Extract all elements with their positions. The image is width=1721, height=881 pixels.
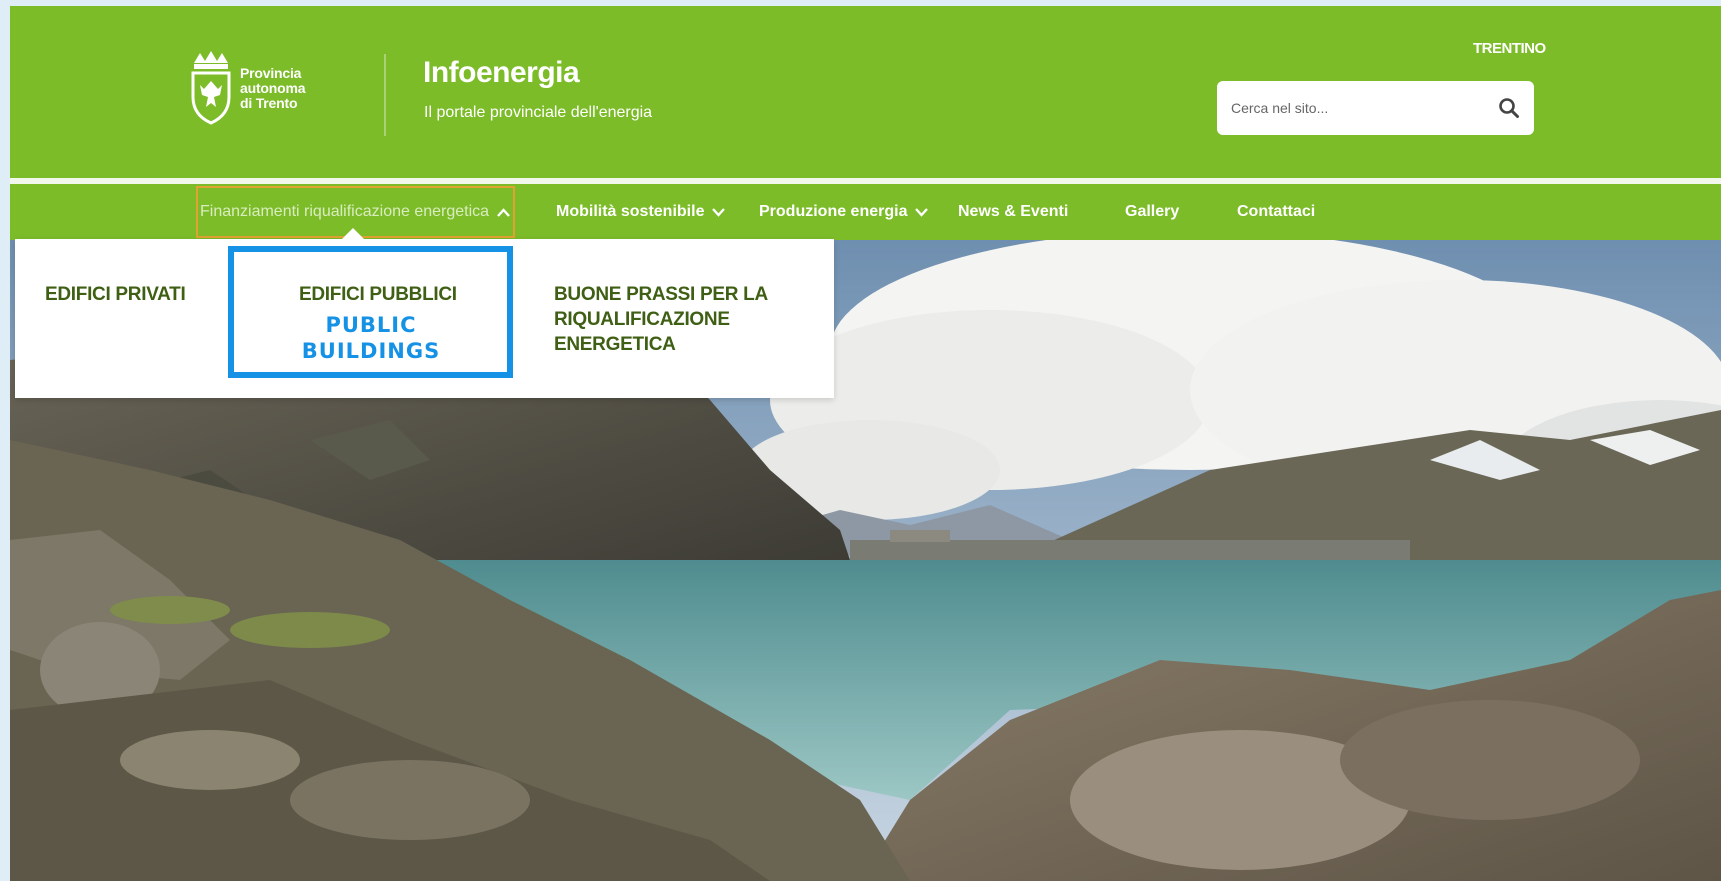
search-icon[interactable] xyxy=(1498,97,1520,119)
logo-text: Provincia autonoma di Trento xyxy=(240,64,306,111)
coat-of-arms-icon xyxy=(191,51,231,125)
site-title[interactable]: Infoenergia xyxy=(423,56,580,90)
nav-item-label: Contattaci xyxy=(1237,203,1316,220)
dropdown-item-edifici-privati[interactable]: EDIFICI PRIVATI xyxy=(45,282,225,307)
nav-item-label: Gallery xyxy=(1125,203,1180,220)
nav-item-gallery[interactable]: Gallery xyxy=(1125,184,1179,240)
nav-item-contattaci[interactable]: Contattaci xyxy=(1237,184,1315,240)
logo-text-line: di Trento xyxy=(240,94,298,111)
nav-item-label: Produzione energia xyxy=(759,203,908,220)
nav-item-label: Finanziamenti riqualificazione energetic… xyxy=(200,203,490,220)
nav-item-produzione[interactable]: Produzione energia xyxy=(759,184,929,240)
nav-item-label: Mobilità sostenibile xyxy=(556,203,705,220)
dropdown-caret xyxy=(342,228,364,239)
site-subtitle: Il portale provinciale dell'energia xyxy=(424,104,653,121)
annotation-line: BUILDINGS xyxy=(301,339,441,363)
main-nav: Finanziamenti riqualificazione energetic… xyxy=(10,184,1721,240)
chevron-down-icon xyxy=(712,207,726,217)
annotation-line: PUBLIC xyxy=(325,313,417,337)
chevron-up-icon xyxy=(497,207,510,217)
nav-item-news[interactable]: News & Eventi xyxy=(958,184,1068,240)
search-input[interactable] xyxy=(1231,95,1481,121)
annotation-label: PUBLIC BUILDINGS xyxy=(240,312,502,364)
header-vertical-divider xyxy=(384,54,386,136)
chevron-down-icon xyxy=(915,207,929,217)
page: Provincia autonoma di Trento Infoenergia… xyxy=(0,0,1721,881)
logo-text-line: autonoma xyxy=(240,79,306,96)
trentino-logo[interactable]: TRENTINO xyxy=(1473,40,1546,57)
search-box xyxy=(1217,81,1534,135)
province-logo[interactable]: Provincia autonoma di Trento xyxy=(190,49,305,127)
logo-text-line: Provincia xyxy=(240,64,302,81)
dropdown-item-buone-prassi[interactable]: BUONE PRASSI PER LA RIQUALIFICAZIONE ENE… xyxy=(554,282,779,357)
nav-item-mobilita[interactable]: Mobilità sostenibile xyxy=(556,184,726,240)
nav-item-label: News & Eventi xyxy=(958,203,1069,220)
